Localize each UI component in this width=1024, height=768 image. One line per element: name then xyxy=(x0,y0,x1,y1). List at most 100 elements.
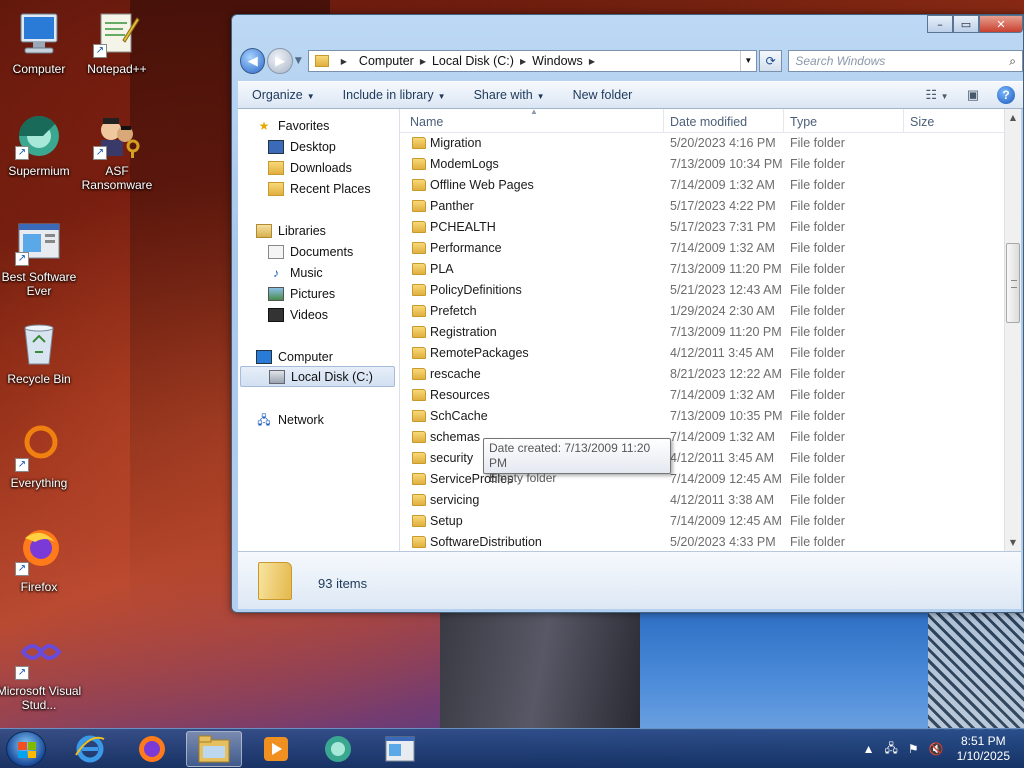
table-row[interactable]: Prefetch 1/29/2024 2:30 AM File folder xyxy=(400,301,1004,322)
music-icon: ♪ xyxy=(273,265,279,280)
vertical-scrollbar[interactable]: ▲ ▼ xyxy=(1004,109,1021,551)
taskbar-best-software[interactable] xyxy=(372,731,428,767)
table-row[interactable]: Offline Web Pages 7/14/2009 1:32 AM File f… xyxy=(400,175,1004,196)
column-divider[interactable] xyxy=(783,109,784,133)
column-divider[interactable] xyxy=(663,109,664,133)
nav-downloads[interactable]: Downloads xyxy=(268,157,352,178)
action-center-flag-icon[interactable]: ⚑ xyxy=(908,742,919,756)
desktop-icon-visual-studio[interactable]: ↗ Microsoft Visual Stud... xyxy=(0,632,82,712)
row-name: Registration xyxy=(430,325,497,339)
share-with-button[interactable]: Share with ▼ xyxy=(460,88,559,102)
table-row[interactable]: PLA 7/13/2009 11:20 PM File folder xyxy=(400,259,1004,280)
wallpaper-building xyxy=(440,612,640,730)
taskbar-supermium[interactable] xyxy=(310,731,366,767)
include-label: Include in library xyxy=(342,88,434,102)
explorer-icon xyxy=(198,735,230,763)
desktop-icon-firefox[interactable]: ↗ Firefox xyxy=(0,528,82,594)
forward-button[interactable]: ▶ xyxy=(267,48,293,74)
desktop-icon-notepadpp[interactable]: ↗ Notepad++ xyxy=(74,10,160,76)
explorer-window[interactable]: – ▭ ✕ ◀ ▶ ▼ ▶ Computer ▶ Local Disk (C:)… xyxy=(231,14,1024,613)
column-type[interactable]: Type xyxy=(790,115,817,129)
show-hidden-icons[interactable]: ▲ xyxy=(863,742,875,756)
search-icon[interactable]: ⌕ xyxy=(1009,54,1016,69)
chevron-right-icon[interactable]: ▶ xyxy=(589,57,595,66)
row-name: Offline Web Pages xyxy=(430,178,534,192)
breadcrumb-computer[interactable]: Computer xyxy=(353,54,420,68)
folder-icon xyxy=(412,179,426,191)
scroll-thumb[interactable] xyxy=(1006,243,1020,323)
table-row[interactable]: PolicyDefinitions 5/21/2023 12:43 AM File … xyxy=(400,280,1004,301)
nav-local-disk[interactable]: Local Disk (C:) xyxy=(240,366,395,387)
table-row[interactable]: servicing 4/12/2011 3:38 AM File folder xyxy=(400,490,1004,511)
table-row[interactable]: Panther 5/17/2023 4:22 PM File folder xyxy=(400,196,1004,217)
address-dropdown-icon[interactable]: ▼ xyxy=(739,51,756,71)
breadcrumb-local-disk[interactable]: Local Disk (C:) xyxy=(426,54,520,68)
nav-desktop[interactable]: Desktop xyxy=(268,136,336,157)
preview-pane-icon[interactable]: ▣ xyxy=(955,87,991,103)
nav-computer[interactable]: Computer xyxy=(256,346,333,367)
scroll-down-icon[interactable]: ▼ xyxy=(1005,534,1021,551)
table-row[interactable]: Registration 7/13/2009 11:20 PM File folde… xyxy=(400,322,1004,343)
address-bar[interactable]: ▶ Computer ▶ Local Disk (C:) ▶ Windows ▶… xyxy=(307,50,757,72)
nav-videos[interactable]: Videos xyxy=(268,304,328,325)
clock[interactable]: 8:51 PM 1/10/2025 xyxy=(957,734,1010,764)
desktop-icon-recycle-bin[interactable]: Recycle Bin xyxy=(0,320,82,386)
taskbar: ▲ 🖧 ⚑ 🔇 8:51 PM 1/10/2025 xyxy=(0,728,1024,768)
back-button[interactable]: ◀ xyxy=(240,48,266,74)
column-divider[interactable] xyxy=(903,109,904,133)
table-row[interactable]: SoftwareDistribution 5/20/2023 4:33 PM Fil… xyxy=(400,532,1004,551)
column-name[interactable]: Name xyxy=(410,115,443,129)
row-type: File folder xyxy=(790,535,845,549)
supermium-icon xyxy=(325,736,351,762)
close-button[interactable]: ✕ xyxy=(979,15,1023,33)
desktop-icon-supermium[interactable]: ↗ Supermium xyxy=(0,112,82,178)
row-type: File folder xyxy=(790,199,845,213)
table-row[interactable]: SchCache 7/13/2009 10:35 PM File folder xyxy=(400,406,1004,427)
table-row[interactable]: Setup 7/14/2009 12:45 AM File folder xyxy=(400,511,1004,532)
nav-favorites[interactable]: ★ Favorites xyxy=(256,115,330,136)
nav-recent-places[interactable]: Recent Places xyxy=(268,178,371,199)
organize-button[interactable]: Organize ▼ xyxy=(238,88,329,102)
new-folder-button[interactable]: New folder xyxy=(559,88,647,102)
table-row[interactable]: Migration 5/20/2023 4:16 PM File folder xyxy=(400,133,1004,154)
desktop-icon-computer[interactable]: Computer xyxy=(0,10,82,76)
desktop-icon-best-software[interactable]: ↗ Best Software Ever xyxy=(0,218,82,298)
scroll-up-icon[interactable]: ▲ xyxy=(1005,109,1021,126)
breadcrumb-windows[interactable]: Windows xyxy=(526,54,589,68)
taskbar-internet-explorer[interactable] xyxy=(62,731,118,767)
taskbar-explorer[interactable] xyxy=(186,731,242,767)
refresh-button[interactable]: ⟳ xyxy=(758,50,783,72)
help-icon[interactable]: ? xyxy=(997,86,1015,104)
nav-documents[interactable]: Documents xyxy=(268,241,353,262)
views-icon[interactable]: ☷ ▼ xyxy=(919,87,955,103)
table-row[interactable]: RemotePackages 4/12/2011 3:45 AM File fold… xyxy=(400,343,1004,364)
chevron-right-icon[interactable]: ▶ xyxy=(335,57,353,66)
network-icon[interactable]: 🖧 xyxy=(885,739,898,760)
nav-network[interactable]: 🖧 Network xyxy=(256,409,324,430)
nav-libraries[interactable]: Libraries xyxy=(256,220,326,241)
firefox-icon: ↗ xyxy=(15,528,63,576)
nav-pictures[interactable]: Pictures xyxy=(268,283,335,304)
desktop-icon-everything[interactable]: ↗ Everything xyxy=(0,424,82,490)
row-date: 7/14/2009 1:32 AM xyxy=(670,241,775,255)
column-size[interactable]: Size xyxy=(910,115,934,129)
taskbar-media-player[interactable] xyxy=(248,731,304,767)
nav-music[interactable]: ♪ Music xyxy=(268,262,323,283)
search-input[interactable]: Search Windows ⌕ xyxy=(788,50,1023,72)
include-in-library-button[interactable]: Include in library ▼ xyxy=(329,88,460,102)
computer-icon xyxy=(256,349,272,364)
taskbar-firefox[interactable] xyxy=(124,731,180,767)
minimize-button[interactable]: – xyxy=(927,15,953,33)
table-row[interactable]: ModemLogs 7/13/2009 10:34 PM File folder xyxy=(400,154,1004,175)
volume-muted-icon[interactable]: 🔇 xyxy=(929,742,944,756)
start-button[interactable] xyxy=(6,731,46,767)
maximize-button[interactable]: ▭ xyxy=(953,15,979,33)
table-row[interactable]: Resources 7/14/2009 1:32 AM File folder xyxy=(400,385,1004,406)
table-row[interactable]: PCHEALTH 5/17/2023 7:31 PM File folder xyxy=(400,217,1004,238)
column-date-modified[interactable]: Date modified xyxy=(670,115,747,129)
table-row[interactable]: Performance 7/14/2009 1:32 AM File folder xyxy=(400,238,1004,259)
table-row[interactable]: rescache 8/21/2023 12:22 AM File folder xyxy=(400,364,1004,385)
shortcut-arrow-icon: ↗ xyxy=(15,146,29,160)
desktop-icon-asf-ransomware[interactable]: ↗ ASF Ransomware xyxy=(74,112,160,192)
recent-pages-button[interactable]: ▼ xyxy=(295,56,302,66)
